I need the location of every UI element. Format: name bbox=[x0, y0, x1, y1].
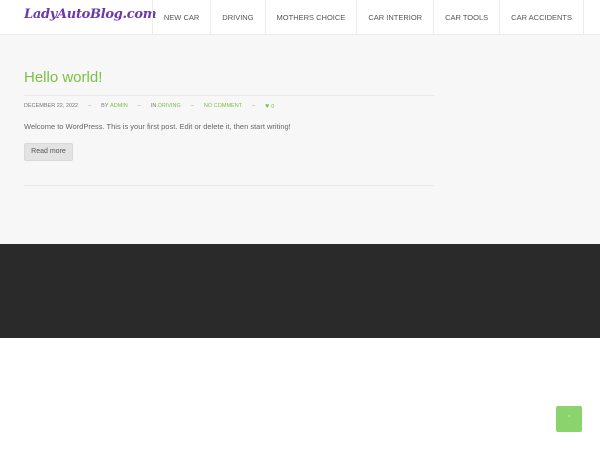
site-logo[interactable]: LadyAutoBlog.com bbox=[24, 7, 156, 22]
nav-item-car-accidents[interactable]: CAR ACCIDENTS bbox=[499, 0, 584, 35]
author-link[interactable]: ADMIN bbox=[110, 103, 128, 109]
post-excerpt: Welcome to WordPress. This is your first… bbox=[24, 122, 291, 131]
comments-link[interactable]: NO COMMENT bbox=[204, 103, 242, 109]
main-nav: NEW CAR DRIVING MOTHERS CHOICE CAR INTER… bbox=[151, 0, 584, 35]
nav-item-car-interior[interactable]: CAR INTERIOR bbox=[356, 0, 433, 35]
post-title[interactable]: Hello world! bbox=[24, 69, 102, 86]
post-meta: DECEMBER 22, 2022 – BY ADMIN – IN DRIVIN… bbox=[24, 101, 274, 111]
heart-icon: ♥ bbox=[265, 102, 270, 110]
post-date: DECEMBER 22, 2022 bbox=[24, 103, 79, 109]
divider bbox=[24, 95, 434, 96]
nav-item-car-tools[interactable]: CAR TOOLS bbox=[433, 0, 499, 35]
nav-item-new-car[interactable]: NEW CAR bbox=[151, 0, 210, 35]
nav-item-driving[interactable]: DRIVING bbox=[210, 0, 264, 35]
meta-separator: – bbox=[190, 103, 194, 109]
author-prefix: BY bbox=[101, 103, 109, 109]
content-area: Hello world! DECEMBER 22, 2022 – BY ADMI… bbox=[0, 35, 600, 244]
like-count: 0 bbox=[271, 103, 275, 110]
meta-separator: – bbox=[137, 103, 141, 109]
site-footer bbox=[0, 244, 600, 338]
divider bbox=[24, 185, 434, 186]
meta-separator: – bbox=[88, 103, 92, 109]
site-header: LadyAutoBlog.com NEW CAR DRIVING MOTHERS… bbox=[0, 0, 600, 35]
like-button[interactable]: ♥ 0 bbox=[265, 103, 274, 110]
meta-separator: – bbox=[252, 103, 256, 109]
category-prefix: IN bbox=[150, 103, 157, 109]
back-to-top-button[interactable]: ˆ bbox=[556, 406, 582, 432]
nav-item-mothers-choice[interactable]: MOTHERS CHOICE bbox=[264, 0, 357, 35]
category-link[interactable]: DRIVING bbox=[158, 103, 181, 109]
chevron-up-icon: ˆ bbox=[567, 415, 571, 423]
read-more-button[interactable]: Read more bbox=[24, 143, 73, 161]
